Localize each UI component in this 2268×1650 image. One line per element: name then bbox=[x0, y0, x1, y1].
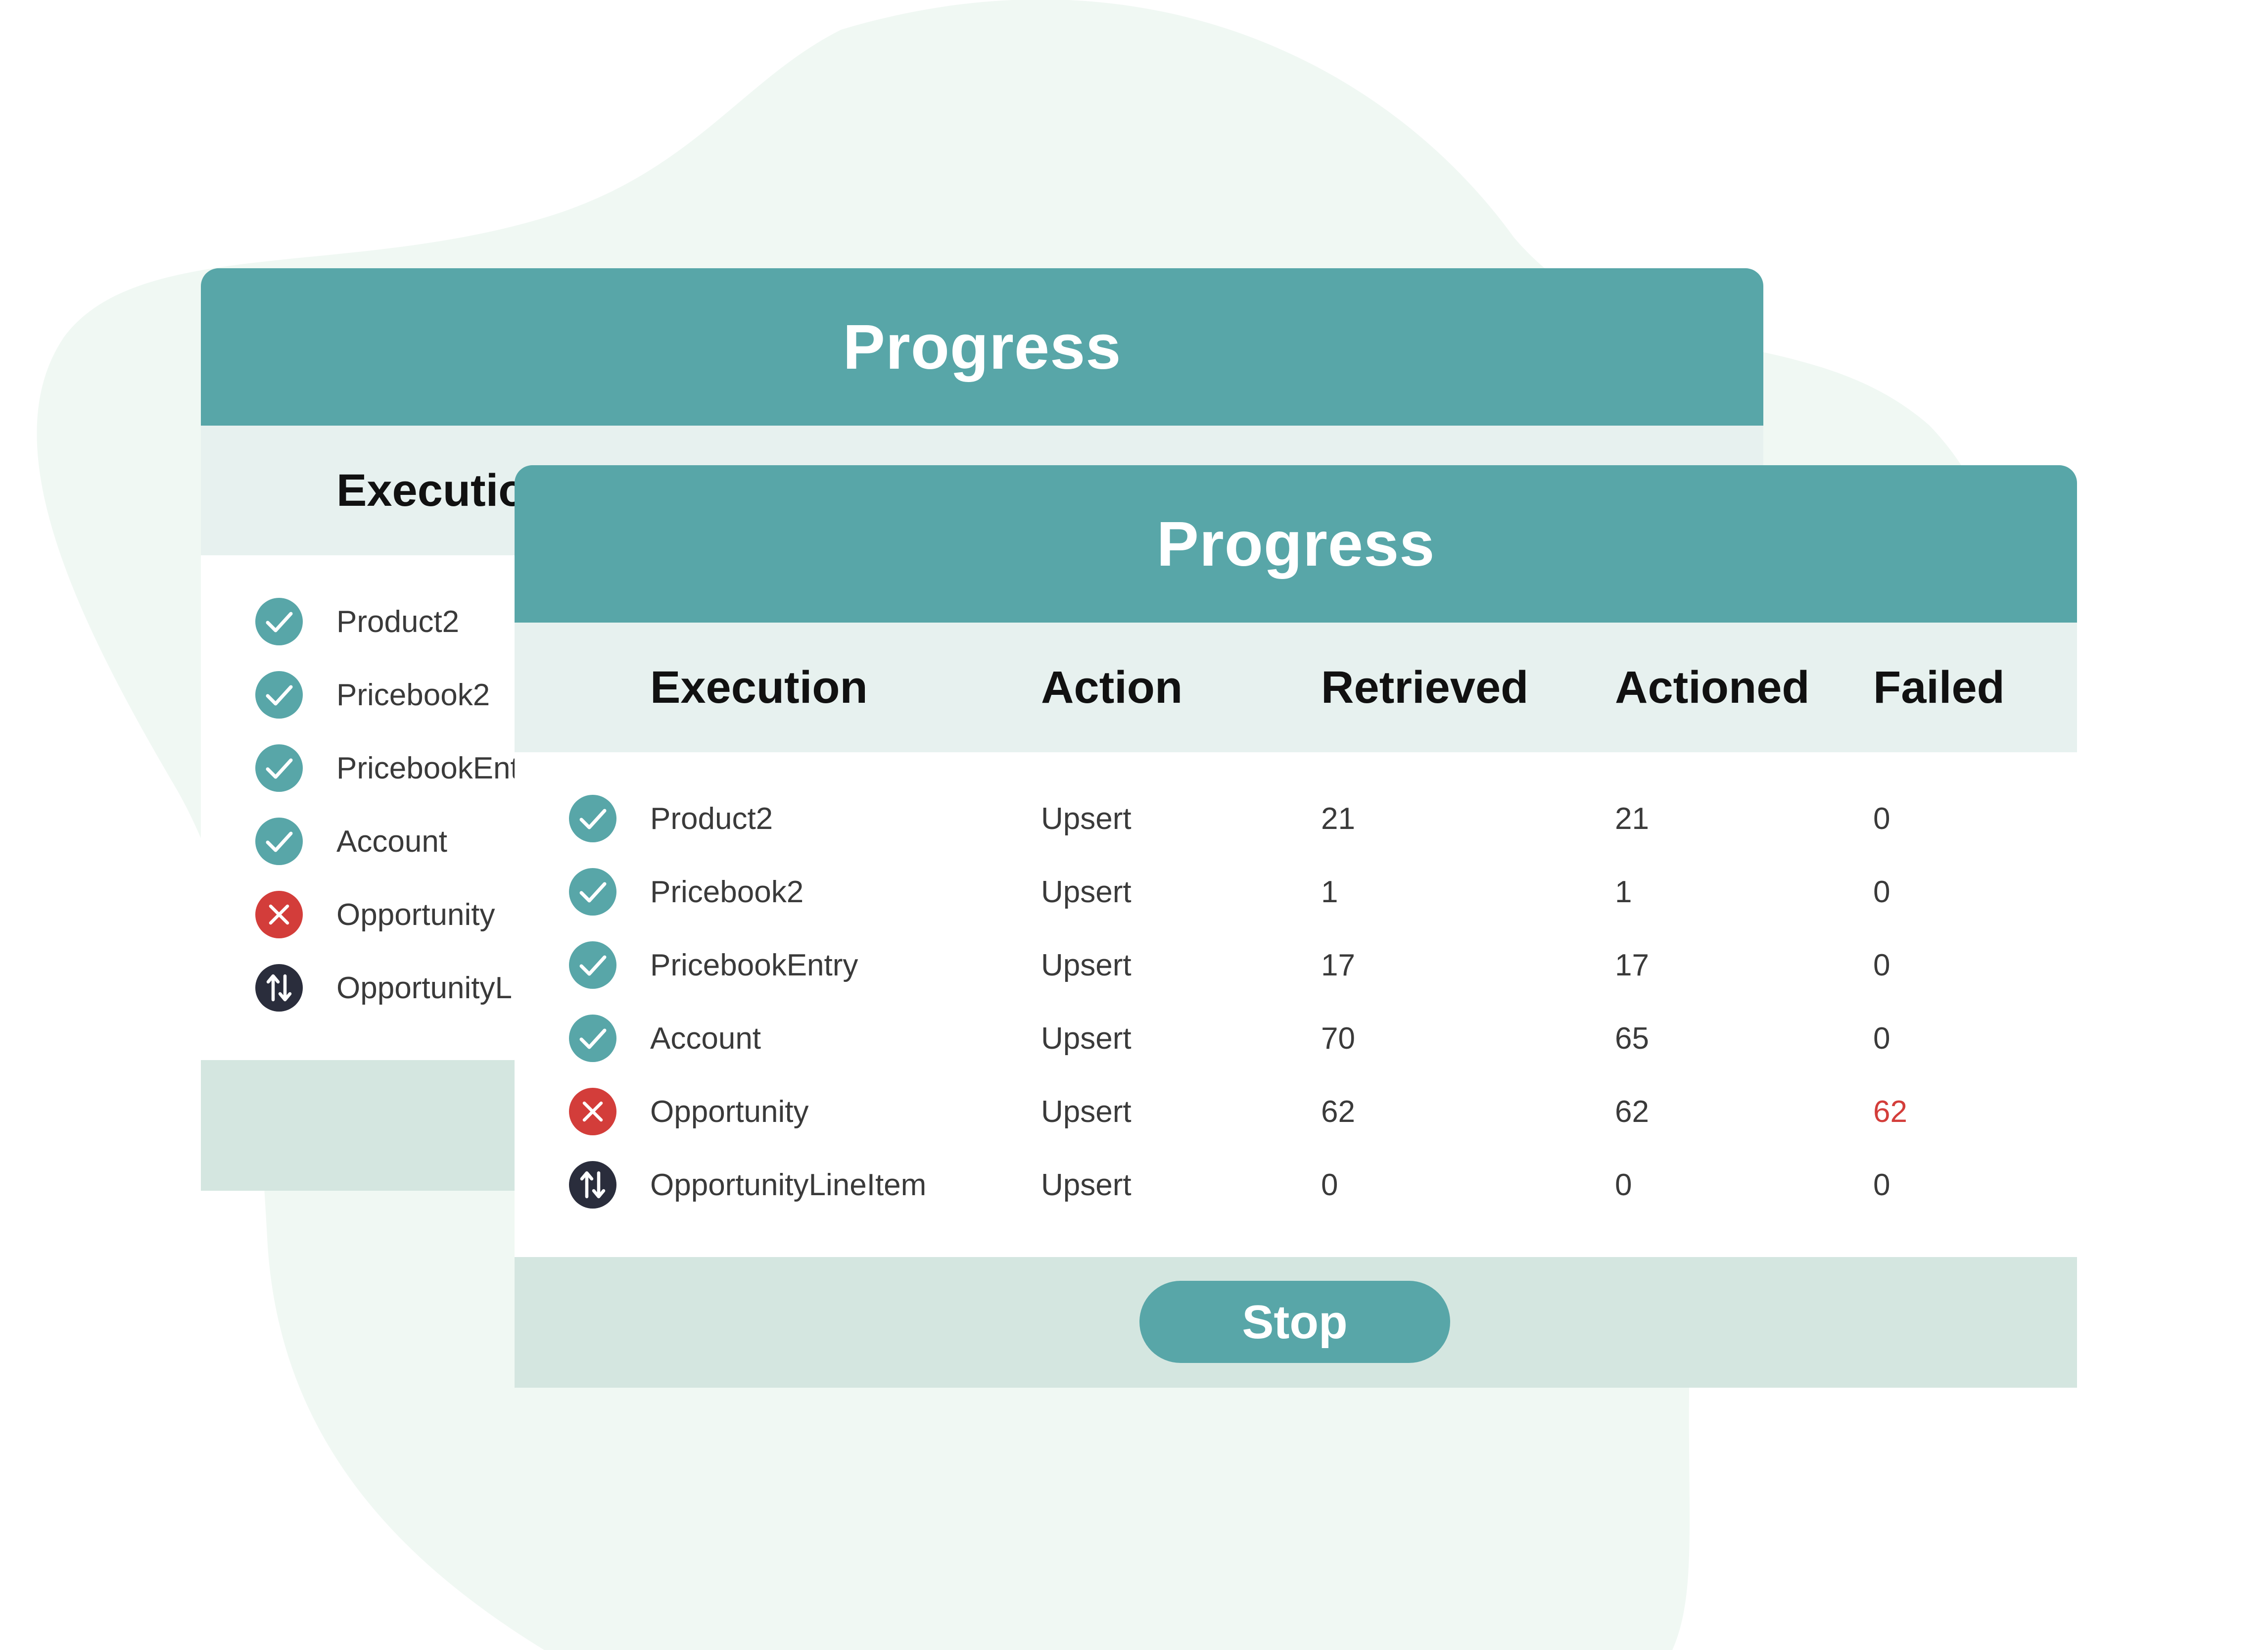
column-header-actioned: Actioned bbox=[1615, 662, 1810, 713]
retrieved-cell: 0 bbox=[1321, 1168, 1338, 1202]
check-circle-icon bbox=[254, 743, 304, 793]
execution-name-cell: PricebookEnt bbox=[336, 751, 519, 785]
check-circle-icon bbox=[568, 867, 617, 917]
error-x-icon bbox=[568, 1087, 617, 1136]
panel-title: Progress bbox=[515, 465, 2077, 623]
check-circle-icon bbox=[568, 940, 617, 990]
column-header-failed: Failed bbox=[1873, 662, 2005, 713]
action-cell: Upsert bbox=[1041, 1095, 1132, 1129]
failed-cell: 0 bbox=[1873, 802, 1890, 836]
table-row: Pricebook2 Upsert 1 1 0 bbox=[515, 856, 2077, 928]
failed-cell: 0 bbox=[1873, 875, 1890, 909]
column-header-execution: Executio bbox=[336, 465, 526, 516]
actioned-cell: 65 bbox=[1615, 1021, 1649, 1056]
execution-name-cell: OpportunityLineItem bbox=[650, 1168, 927, 1202]
execution-name-cell: Account bbox=[650, 1021, 761, 1056]
check-circle-icon bbox=[254, 670, 304, 720]
failed-cell: 0 bbox=[1873, 1168, 1890, 1202]
panel-footer: Stop bbox=[515, 1257, 2077, 1388]
execution-name-cell: Opportunity bbox=[336, 898, 495, 932]
failed-cell: 0 bbox=[1873, 1021, 1890, 1056]
table-row: Account Upsert 70 65 0 bbox=[515, 1003, 2077, 1074]
progress-panel: Progress Execution Action Retrieved Acti… bbox=[515, 465, 2077, 1388]
error-x-icon bbox=[254, 890, 304, 939]
execution-name-cell: Pricebook2 bbox=[336, 678, 490, 712]
stop-button[interactable]: Stop bbox=[1139, 1281, 1450, 1363]
actioned-cell: 1 bbox=[1615, 875, 1632, 909]
column-header-action: Action bbox=[1041, 662, 1183, 713]
table-row: Product2 Upsert 21 21 0 bbox=[515, 783, 2077, 855]
action-cell: Upsert bbox=[1041, 875, 1132, 909]
panel-title: Progress bbox=[201, 268, 1763, 426]
table-row: PricebookEntry Upsert 17 17 0 bbox=[515, 929, 2077, 1001]
actioned-cell: 17 bbox=[1615, 948, 1649, 982]
failed-cell: 62 bbox=[1873, 1095, 1907, 1129]
failed-cell: 0 bbox=[1873, 948, 1890, 982]
table-row: Opportunity Upsert 62 62 62 bbox=[515, 1076, 2077, 1148]
column-header-execution: Execution bbox=[650, 662, 868, 713]
sync-arrows-icon bbox=[568, 1160, 617, 1210]
action-cell: Upsert bbox=[1041, 948, 1132, 982]
check-circle-icon bbox=[254, 597, 304, 646]
check-circle-icon bbox=[568, 1014, 617, 1063]
check-circle-icon bbox=[568, 794, 617, 843]
retrieved-cell: 70 bbox=[1321, 1021, 1355, 1056]
execution-name-cell: Pricebook2 bbox=[650, 875, 804, 909]
execution-name-cell: Product2 bbox=[336, 605, 460, 639]
table-row: OpportunityLineItem Upsert 0 0 0 bbox=[515, 1149, 2077, 1221]
check-circle-icon bbox=[254, 817, 304, 866]
column-header-retrieved: Retrieved bbox=[1321, 662, 1529, 713]
execution-name-cell: OpportunityL bbox=[336, 971, 512, 1005]
action-cell: Upsert bbox=[1041, 802, 1132, 836]
retrieved-cell: 21 bbox=[1321, 802, 1355, 836]
retrieved-cell: 1 bbox=[1321, 875, 1338, 909]
retrieved-cell: 17 bbox=[1321, 948, 1355, 982]
action-cell: Upsert bbox=[1041, 1021, 1132, 1056]
action-cell: Upsert bbox=[1041, 1168, 1132, 1202]
actioned-cell: 62 bbox=[1615, 1095, 1649, 1129]
actioned-cell: 21 bbox=[1615, 802, 1649, 836]
actioned-cell: 0 bbox=[1615, 1168, 1632, 1202]
execution-name-cell: Opportunity bbox=[650, 1095, 809, 1129]
retrieved-cell: 62 bbox=[1321, 1095, 1355, 1129]
sync-arrows-icon bbox=[254, 963, 304, 1013]
column-header-bar: Execution Action Retrieved Actioned Fail… bbox=[515, 623, 2077, 752]
execution-name-cell: Account bbox=[336, 825, 448, 859]
execution-table: Product2 Upsert 21 21 0 Pricebook2 Upsert 1 1 0 Pr… bbox=[515, 752, 2077, 1257]
execution-name-cell: PricebookEntry bbox=[650, 948, 858, 982]
execution-name-cell: Product2 bbox=[650, 802, 773, 836]
